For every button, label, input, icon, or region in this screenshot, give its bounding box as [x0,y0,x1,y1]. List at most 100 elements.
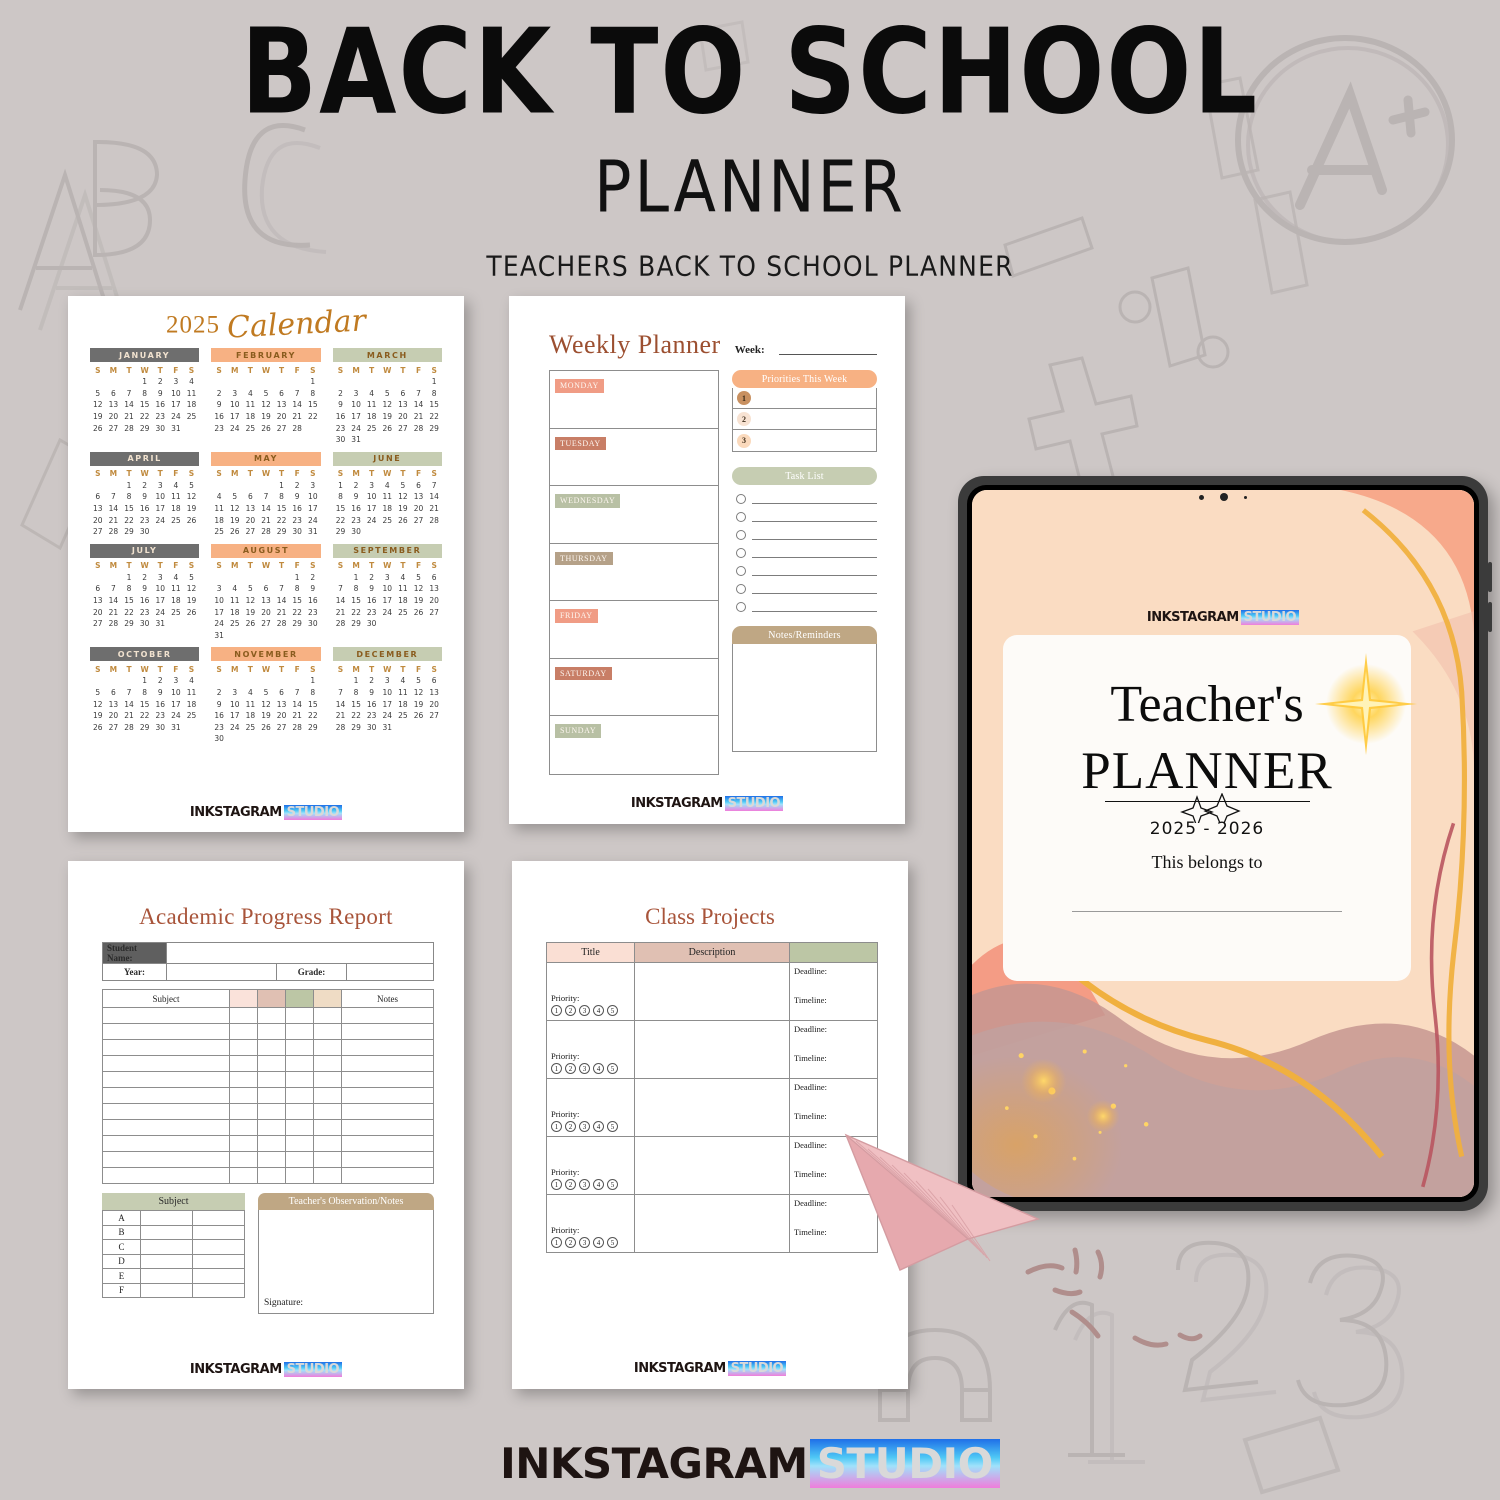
table-row[interactable] [102,1071,434,1088]
day-cell[interactable]: 23 [305,606,321,618]
day-cell[interactable]: 6 [395,388,411,400]
day-cell[interactable]: 28 [121,721,137,733]
day-cell[interactable]: 18 [168,595,184,607]
day-cell[interactable]: 22 [137,710,153,722]
day-cell[interactable]: 15 [121,503,137,515]
cell[interactable] [285,1055,314,1072]
day-cell[interactable]: 15 [305,399,321,411]
day-cell[interactable]: 21 [106,514,122,526]
day-cell[interactable]: 22 [305,411,321,423]
day-cell[interactable]: 29 [289,618,305,630]
day-cell[interactable]: 5 [184,572,200,584]
day-cell[interactable]: 14 [289,399,305,411]
day-cell[interactable]: 3 [379,675,395,687]
day-cell[interactable]: 23 [364,606,380,618]
day-cell[interactable]: 15 [289,595,305,607]
cell[interactable] [102,1023,230,1040]
task-write-line[interactable] [752,531,877,540]
table-row[interactable] [102,1055,434,1072]
day-cell[interactable]: 26 [411,606,427,618]
task-row[interactable] [732,562,877,580]
day-cell[interactable]: 12 [227,503,243,515]
grade-field[interactable] [346,963,434,981]
day-cell[interactable]: 19 [379,411,395,423]
day-cell[interactable]: 19 [411,595,427,607]
cell[interactable] [313,1103,342,1120]
day-cell[interactable]: 24 [364,514,380,526]
cell[interactable] [257,1135,286,1152]
priority-option[interactable]: 5 [607,1063,618,1074]
cell[interactable] [285,1071,314,1088]
priority-option[interactable]: 5 [607,1237,618,1248]
day-cell[interactable]: 26 [90,422,106,434]
task-checkbox[interactable] [736,530,746,540]
day-cell[interactable]: 10 [364,491,380,503]
day-cell[interactable]: 25 [184,710,200,722]
day-cell[interactable]: 29 [348,618,364,630]
day-cell[interactable]: 2 [137,480,153,492]
cell[interactable] [285,1007,314,1024]
day-cell[interactable]: 24 [379,710,395,722]
day-cell[interactable]: 19 [243,606,259,618]
cell[interactable] [313,1055,342,1072]
day-cell[interactable]: 6 [90,491,106,503]
table-row[interactable]: A [102,1210,245,1226]
day-cell[interactable]: 8 [121,491,137,503]
day-cell[interactable]: 11 [395,583,411,595]
day-cell[interactable]: 30 [289,526,305,538]
day-cell[interactable]: 19 [411,698,427,710]
cell[interactable] [313,1039,342,1056]
day-cell[interactable]: 29 [121,526,137,538]
cell[interactable] [313,1023,342,1040]
cell[interactable] [341,1135,434,1152]
cell[interactable] [257,1167,286,1184]
day-cell[interactable]: 1 [289,572,305,584]
day-cell[interactable]: 12 [258,698,274,710]
day-cell[interactable]: 5 [243,583,259,595]
day-cell[interactable]: 25 [243,721,259,733]
priority-option[interactable]: 2 [565,1179,576,1190]
day-cell[interactable]: 24 [168,411,184,423]
cell[interactable] [257,1055,286,1072]
priority-option[interactable]: 1 [551,1121,562,1132]
weekly-planner-page-preview[interactable]: Weekly Planner Week: MONDAY TUESDAY WEDNES… [509,296,905,824]
project-row[interactable]: Priority: 1 2 3 4 5 Deadline: Timeline: [546,1020,878,1079]
priority-option[interactable]: 5 [607,1121,618,1132]
day-cell[interactable]: 4 [364,388,380,400]
day-cell[interactable]: 10 [379,687,395,699]
day-cell[interactable]: 21 [121,710,137,722]
day-cell[interactable]: 27 [274,422,290,434]
cell[interactable] [102,1103,230,1120]
year-field[interactable] [166,963,277,981]
cell[interactable] [257,1087,286,1104]
day-cell[interactable]: 13 [411,491,427,503]
day-cell[interactable]: 6 [274,687,290,699]
day-cell[interactable]: 21 [289,710,305,722]
priority-option[interactable]: 3 [579,1005,590,1016]
cell[interactable] [102,1007,230,1024]
cell[interactable] [102,1055,230,1072]
tablet-screen[interactable]: INKSTAGRAM STUDIO Teacher's PLANNER 2025… [972,490,1474,1197]
day-cell[interactable]: 11 [243,399,259,411]
day-cell[interactable]: 12 [184,583,200,595]
day-cell[interactable]: 28 [411,422,427,434]
day-cell[interactable]: 9 [211,399,227,411]
day-cell[interactable]: 27 [90,526,106,538]
day-cell[interactable]: 21 [106,606,122,618]
cell[interactable] [341,1023,434,1040]
day-cell[interactable]: 9 [152,388,168,400]
day-cell[interactable]: 23 [137,514,153,526]
day-cell[interactable]: 18 [243,710,259,722]
project-title-cell[interactable]: Priority: 1 2 3 4 5 [546,1194,635,1253]
table-row[interactable]: C [102,1239,245,1255]
cell[interactable] [285,1023,314,1040]
cell[interactable] [341,1007,434,1024]
cell[interactable] [341,1039,434,1056]
day-cell[interactable]: 29 [305,721,321,733]
day-cell[interactable]: 4 [395,675,411,687]
notes-box[interactable] [732,644,877,752]
day-cell[interactable]: 26 [184,514,200,526]
day-cell[interactable]: 24 [211,618,227,630]
table-row[interactable] [102,1167,434,1184]
table-row[interactable] [102,1039,434,1056]
